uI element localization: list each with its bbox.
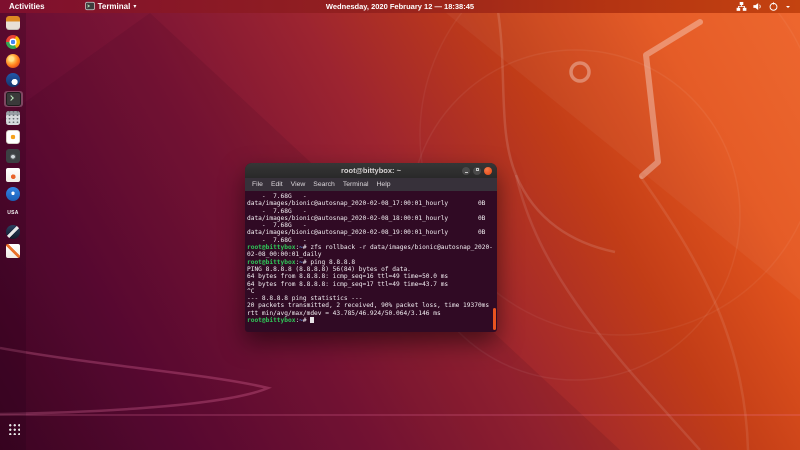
dock-item-firefox[interactable]	[4, 53, 23, 69]
menu-view[interactable]: View	[291, 181, 306, 188]
focused-app-menu[interactable]: Terminal ▾	[85, 1, 137, 13]
terminal-line-7: root@bittybox:~# zfs rollback -r data/im…	[247, 244, 497, 251]
text-editor-icon	[6, 244, 20, 258]
battery-icon[interactable]	[768, 1, 779, 12]
dock-item-help[interactable]	[4, 186, 23, 202]
calculator-icon	[6, 111, 20, 125]
terminal-line-10: PING 8.8.8.8 (8.8.8.8) 56(84) bytes of d…	[247, 266, 497, 273]
usa-text-icon: USA	[6, 209, 20, 217]
window-title: root@bittybox: ~	[245, 163, 497, 178]
dock-item-chrome[interactable]	[4, 34, 23, 50]
dock-item-terminal-app[interactable]	[4, 91, 23, 107]
menu-file[interactable]: File	[252, 181, 263, 188]
maximize-button[interactable]	[473, 167, 481, 175]
dock-item-calculator[interactable]	[4, 110, 23, 126]
camera-icon	[6, 149, 20, 163]
dock-item-document[interactable]	[4, 167, 23, 183]
dock: USA	[0, 13, 26, 450]
system-status-area[interactable]	[736, 1, 792, 12]
volume-icon[interactable]	[752, 1, 763, 12]
menu-terminal[interactable]: Terminal	[343, 181, 369, 188]
terminal-line-17: root@bittybox:~#	[247, 317, 497, 324]
dock-item-blue-app[interactable]	[4, 72, 23, 88]
top-bar: Activities Terminal ▾ Wednesday, 2020 Fe…	[0, 0, 800, 13]
dock-item-camera[interactable]	[4, 148, 23, 164]
minimize-button[interactable]	[462, 167, 470, 175]
terminal-window: root@bittybox: ~ File Edit View Search Termi…	[245, 163, 497, 332]
blue-app-icon	[6, 73, 20, 87]
files-icon	[6, 16, 20, 30]
terminal-line-1: data/images/bionic@autosnap_2020-02-08_1…	[247, 200, 497, 207]
show-applications-button[interactable]	[4, 420, 23, 436]
close-button[interactable]	[484, 167, 492, 175]
terminal-icon	[6, 92, 21, 106]
firefox-icon	[6, 54, 20, 68]
menu-help[interactable]: Help	[377, 181, 391, 188]
terminal-line-8: 02-08_00:00:01_daily	[247, 251, 497, 258]
terminal-menubar: File Edit View Search Terminal Help	[245, 178, 497, 191]
document-icon	[6, 168, 20, 182]
activities-button[interactable]: Activities	[9, 2, 45, 11]
terminal-line-15: 20 packets transmitted, 2 received, 90% …	[247, 302, 497, 309]
dock-item-text-editor[interactable]	[4, 243, 23, 259]
menu-edit[interactable]: Edit	[271, 181, 283, 188]
terminal-line-0: - 7.68G -	[247, 193, 497, 200]
terminal-line-9: root@bittybox:~# ping 8.8.8.8	[247, 259, 497, 266]
terminal-titlebar[interactable]: root@bittybox: ~	[245, 163, 497, 178]
terminal-scrollbar[interactable]	[493, 308, 496, 330]
terminal-line-11: 64 bytes from 8.8.8.8: icmp_seq=16 ttl=4…	[247, 273, 497, 280]
focused-app-label: Terminal	[98, 2, 131, 11]
terminal-line-3: data/images/bionic@autosnap_2020-02-08_1…	[247, 215, 497, 222]
terminal-screen[interactable]: - 7.68G -data/images/bionic@autosnap_202…	[245, 191, 497, 332]
terminal-line-4: - 7.68G -	[247, 222, 497, 229]
terminal-line-14: --- 8.8.8.8 ping statistics ---	[247, 295, 497, 302]
software-icon	[6, 130, 20, 144]
steam-icon	[6, 225, 20, 239]
terminal-line-2: - 7.68G -	[247, 208, 497, 215]
terminal-line-13: ^C	[247, 288, 497, 295]
terminal-app-icon	[85, 1, 95, 13]
terminal-line-5: data/images/bionic@autosnap_2020-02-08_1…	[247, 229, 497, 236]
clock[interactable]: Wednesday, 2020 February 12 — 18:38:45	[326, 2, 474, 11]
menu-search[interactable]: Search	[313, 181, 335, 188]
terminal-line-12: 64 bytes from 8.8.8.8: icmp_seq=17 ttl=4…	[247, 281, 497, 288]
terminal-line-16: rtt min/avg/max/mdev = 43.785/46.924/50.…	[247, 310, 497, 317]
caret-down-icon: ▾	[133, 3, 136, 10]
chrome-icon	[6, 35, 20, 49]
dock-item-steam[interactable]	[4, 224, 23, 240]
terminal-cursor	[310, 317, 314, 323]
help-icon	[6, 187, 20, 201]
dock-item-files[interactable]	[4, 15, 23, 31]
dock-item-software[interactable]	[4, 129, 23, 145]
network-wired-icon[interactable]	[736, 1, 747, 12]
show-applications-icon	[7, 422, 20, 435]
caret-down-icon[interactable]	[784, 3, 792, 11]
dock-item-usa[interactable]: USA	[4, 205, 23, 221]
terminal-line-6: - 7.68G -	[247, 237, 497, 244]
window-buttons	[462, 163, 492, 178]
